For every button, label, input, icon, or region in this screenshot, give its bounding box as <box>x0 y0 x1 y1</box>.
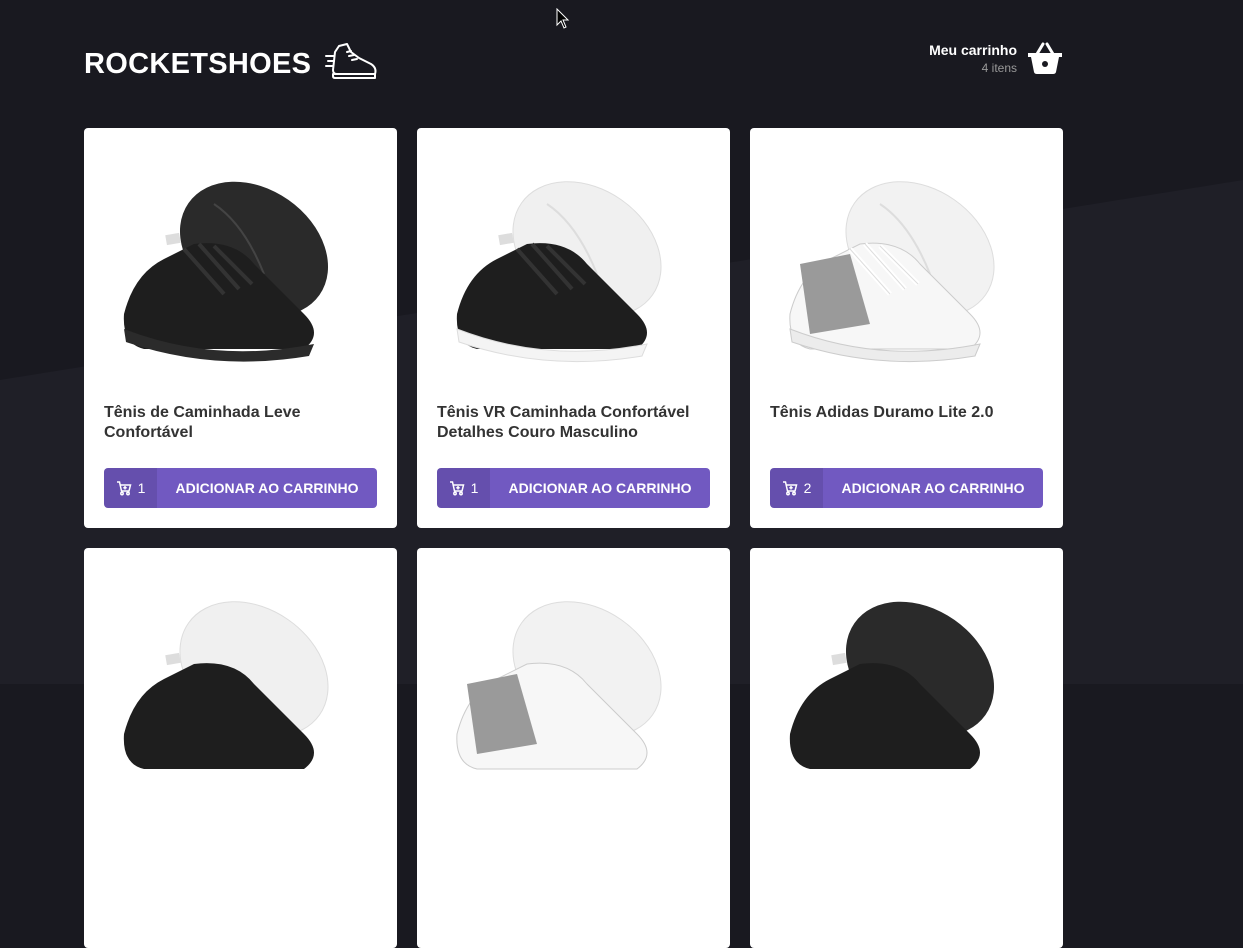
add-shopping-cart-icon <box>116 481 132 496</box>
product-image <box>789 601 995 769</box>
product-title: Tênis VR Caminhada Confortável Detalhes … <box>437 404 690 441</box>
product-image <box>456 601 662 770</box>
product-list: Tênis de Caminhada Leve Confortável 1 AD… <box>84 128 1063 948</box>
cart-amount-value: 1 <box>470 480 479 496</box>
product-title: Tênis de Caminhada Leve Confortável <box>104 404 301 441</box>
cart-link[interactable]: Meu carrinho 4 itens <box>929 40 1063 76</box>
cart-amount-value: 1 <box>137 480 146 496</box>
cart-amount-value: 2 <box>803 480 812 496</box>
sneaker-icon <box>325 43 377 79</box>
add-shopping-cart-icon <box>449 481 465 496</box>
add-to-cart-label: ADICIONAR AO CARRINHO <box>841 480 1025 496</box>
add-shopping-cart-icon <box>782 481 798 496</box>
cart-item-count: 4 itens <box>981 60 1017 75</box>
cart-title: Meu carrinho <box>929 41 1017 58</box>
product-card: Tênis Adidas Duramo Lite 2.0 2 ADICIONAR… <box>750 128 1063 528</box>
logo[interactable]: ROCKETSHOES <box>84 36 379 88</box>
basket-icon <box>1028 42 1062 74</box>
add-to-cart-button[interactable]: 1 ADICIONAR AO CARRINHO <box>437 468 710 508</box>
add-to-cart-button[interactable]: 1 ADICIONAR AO CARRINHO <box>104 468 377 508</box>
add-to-cart-button[interactable]: 2 ADICIONAR AO CARRINHO <box>770 468 1043 508</box>
product-image <box>123 181 329 362</box>
header: ROCKETSHOES Meu carrinho 4 itens <box>84 36 1063 88</box>
product-card: Tênis de Caminhada Leve Confortável 1 AD… <box>84 128 397 528</box>
product-image <box>789 181 995 363</box>
product-card <box>417 548 730 948</box>
add-to-cart-label: ADICIONAR AO CARRINHO <box>175 480 359 496</box>
product-card: Tênis VR Caminhada Confortável Detalhes … <box>417 128 730 528</box>
add-to-cart-label: ADICIONAR AO CARRINHO <box>508 480 692 496</box>
mouse-cursor-icon <box>556 8 570 29</box>
cart-amount: 1 <box>104 468 157 508</box>
cart-amount: 2 <box>770 468 823 508</box>
product-card <box>84 548 397 948</box>
product-image <box>123 601 329 769</box>
cart-amount: 1 <box>437 468 490 508</box>
product-title: Tênis Adidas Duramo Lite 2.0 <box>770 404 994 421</box>
cart-summary: Meu carrinho 4 itens <box>929 42 1017 75</box>
product-image <box>456 181 662 363</box>
product-card <box>750 548 1063 948</box>
brand-name: ROCKETSHOES <box>84 47 312 80</box>
